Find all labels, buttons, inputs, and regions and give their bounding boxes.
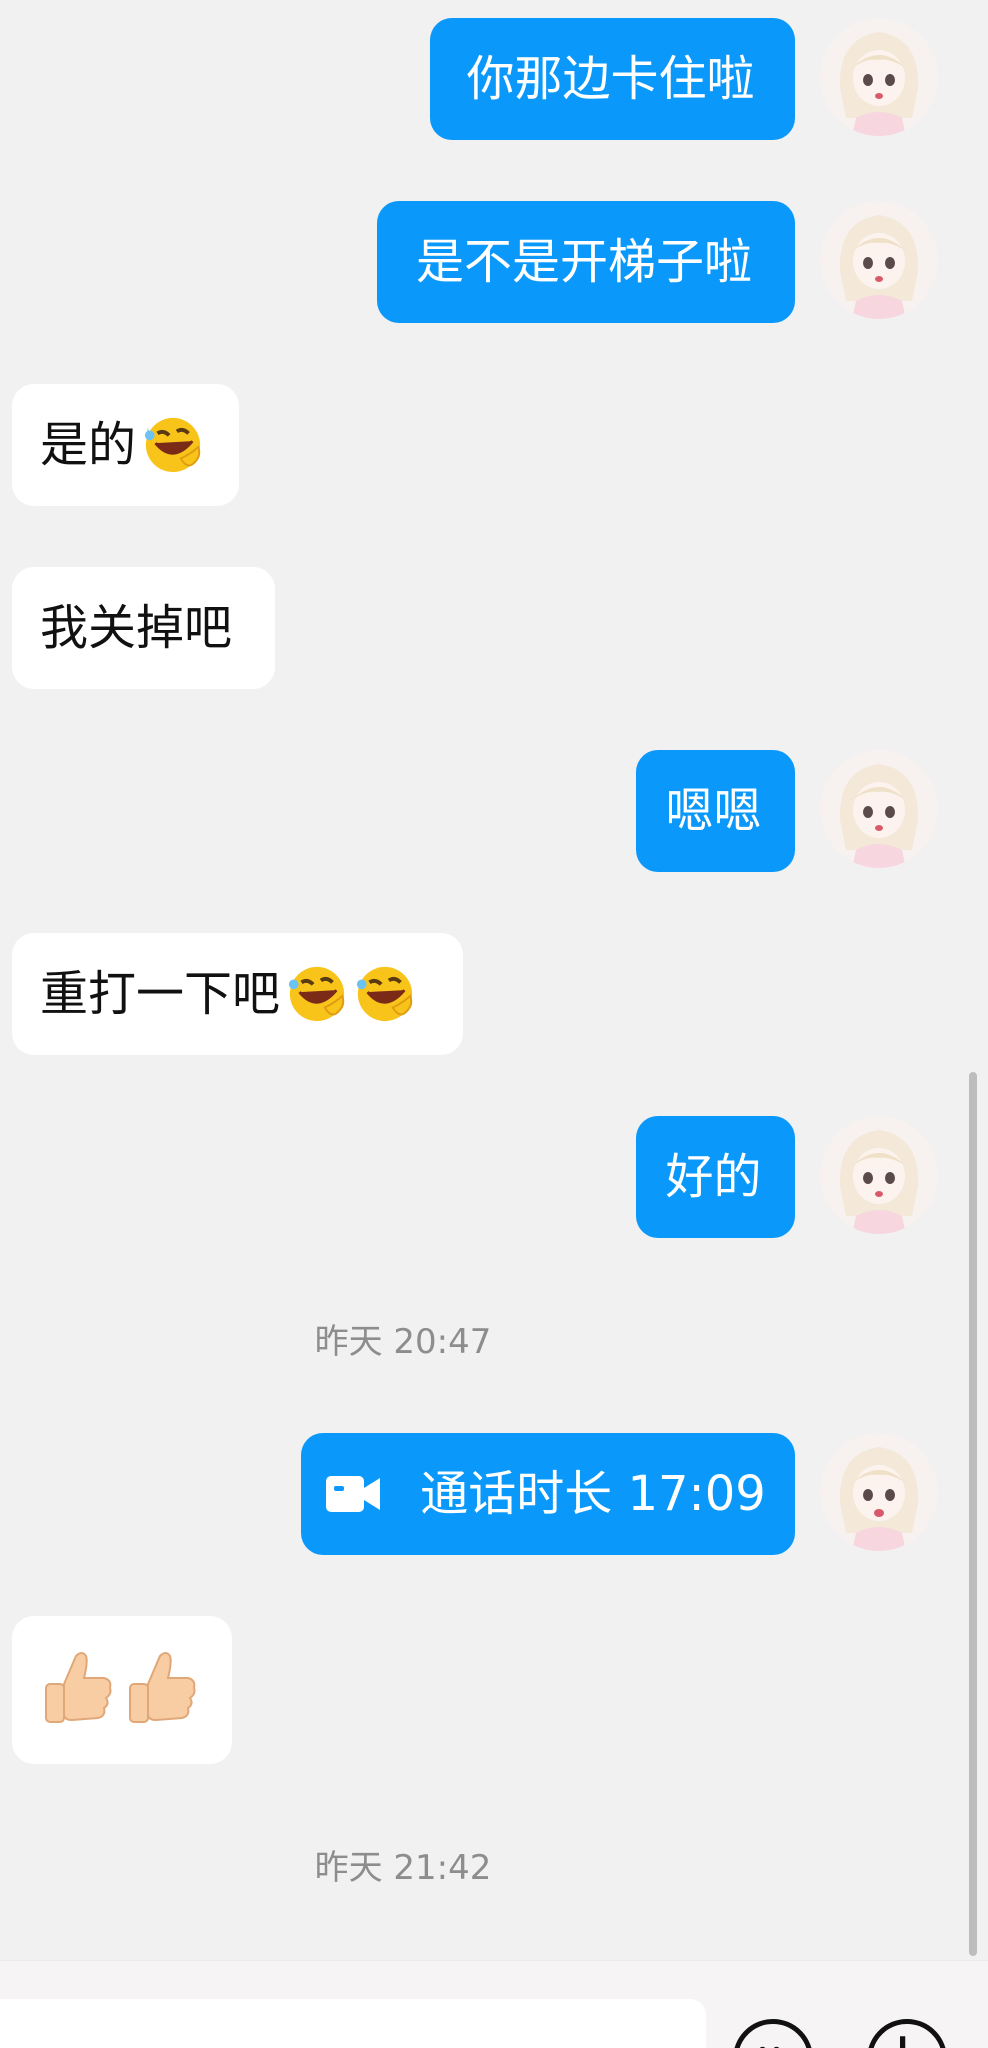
message-row: 好的 [0,1116,988,1238]
avatar[interactable] [820,201,938,319]
input-bar [0,1960,988,2048]
incoming-bubble[interactable]: 是的 [12,384,239,506]
rolling-laugh-emoji-icon [142,414,204,476]
message-text: 好的 [665,1149,762,1205]
smiley-icon [759,2046,780,2048]
chat-messages: 你那边卡住啦 是不是开梯子啦 是的 我关掉吧 嗯嗯 重打一下吧 好的 昨天 20… [0,0,988,1960]
avatar[interactable] [820,1116,938,1234]
anime-girl-avatar-icon [820,201,938,319]
anime-girl-avatar-icon [820,1116,938,1234]
message-row: 通话时长 17:09 [0,1433,988,1555]
rolling-laugh-emoji-icon [286,963,348,1025]
outgoing-bubble[interactable]: 嗯嗯 [636,750,795,872]
thumbs-up-emoji-icon [126,1648,198,1732]
avatar[interactable] [820,18,938,136]
avatar[interactable] [820,1433,938,1551]
video-call-bubble[interactable]: 通话时长 17:09 [301,1433,795,1555]
plus-icon [900,2036,906,2048]
outgoing-bubble[interactable]: 好的 [636,1116,795,1238]
timestamp: 昨天 21:42 [314,1848,492,1888]
emoji-button[interactable] [733,2019,813,2048]
video-camera-icon [326,1474,381,1514]
anime-girl-avatar-icon [820,750,938,868]
message-row [0,1616,988,1764]
incoming-bubble[interactable]: 重打一下吧 [12,933,463,1055]
message-row: 是不是开梯子啦 [0,201,988,323]
message-text: 重打一下吧 [40,966,281,1022]
message-row: 我关掉吧 [0,567,988,689]
outgoing-bubble[interactable]: 是不是开梯子啦 [377,201,795,323]
avatar[interactable] [820,750,938,868]
outgoing-bubble[interactable]: 你那边卡住啦 [430,18,795,140]
thumbs-up-emoji-icon [42,1648,114,1732]
incoming-bubble[interactable]: 我关掉吧 [12,567,275,689]
add-button[interactable] [867,2019,947,2048]
message-text: 是不是开梯子啦 [415,234,752,290]
message-text: 我关掉吧 [40,600,233,656]
message-row: 嗯嗯 [0,750,988,872]
message-row: 是的 [0,384,988,506]
rolling-laugh-emoji-icon [354,963,416,1025]
timestamp: 昨天 20:47 [314,1322,492,1362]
message-row: 你那边卡住啦 [0,18,988,140]
anime-girl-avatar-icon [820,18,938,136]
message-row: 重打一下吧 [0,933,988,1055]
scrollbar[interactable] [969,1072,977,1956]
anime-girl-avatar-icon [820,1433,938,1551]
call-duration-text: 通话时长 17:09 [420,1466,766,1522]
message-text: 是的 [40,417,137,473]
message-text: 你那边卡住啦 [466,51,755,107]
message-input[interactable] [0,1999,706,2048]
message-text: 嗯嗯 [665,783,762,839]
incoming-bubble[interactable] [12,1616,232,1764]
